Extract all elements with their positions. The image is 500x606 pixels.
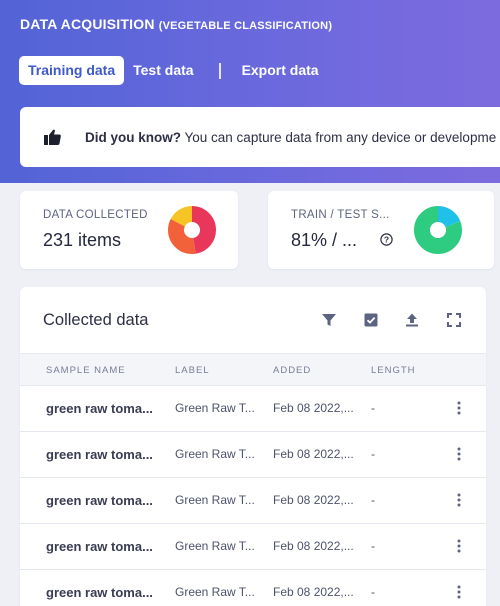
tab-divider: [218, 62, 221, 79]
tip-heading: Did you know?: [85, 129, 181, 145]
tab-export-data[interactable]: Export data: [233, 56, 328, 85]
table-row[interactable]: green raw toma... Green Raw T... Feb 08 …: [20, 432, 486, 478]
added-cell: Feb 08 2022,...: [273, 585, 354, 599]
data-collected-label: DATA COLLECTED: [43, 209, 148, 221]
added-cell: Feb 08 2022,...: [273, 447, 354, 461]
tip-banner: Did you know? You can capture data from …: [20, 107, 500, 167]
column-header-sample-name[interactable]: SAMPLE NAME: [46, 365, 126, 376]
label-cell: Green Raw T...: [175, 585, 255, 599]
length-cell: -: [371, 539, 375, 553]
question-circle-icon[interactable]: ?: [380, 233, 393, 246]
tip-body: You can capture data from any device or …: [181, 129, 497, 145]
train-test-split-donut: [414, 206, 462, 254]
more-options-icon[interactable]: [456, 447, 462, 461]
checkbox-icon[interactable]: [363, 312, 379, 328]
added-cell: Feb 08 2022,...: [273, 401, 354, 415]
more-options-icon[interactable]: [456, 539, 462, 553]
sample-name-cell: green raw toma...: [46, 493, 153, 508]
added-cell: Feb 08 2022,...: [273, 539, 354, 553]
length-cell: -: [371, 447, 375, 461]
tip-text: Did you know? You can capture data from …: [85, 130, 496, 145]
train-test-split-label: TRAIN / TEST S...: [291, 209, 390, 221]
page-title: DATA ACQUISITION (VEGETABLE CLASSIFICATI…: [20, 16, 332, 32]
train-test-split-value: 81% / ...: [291, 230, 358, 250]
collected-data-panel: Collected data SAMPLE NAME LABEL ADDED L…: [20, 287, 486, 606]
column-header-label[interactable]: LABEL: [175, 365, 210, 376]
filter-icon[interactable]: [321, 312, 337, 328]
more-options-icon[interactable]: [456, 401, 462, 415]
upload-icon[interactable]: [404, 312, 420, 328]
length-cell: -: [371, 401, 375, 415]
sample-name-cell: green raw toma...: [46, 585, 153, 600]
table-row[interactable]: green raw toma... Green Raw T... Feb 08 …: [20, 570, 486, 606]
data-collected-value: 231 items: [43, 230, 122, 250]
header-banner: DATA ACQUISITION (VEGETABLE CLASSIFICATI…: [0, 0, 500, 183]
page-title-text: DATA ACQUISITION: [20, 16, 155, 32]
label-cell: Green Raw T...: [175, 401, 255, 415]
train-test-split-card: TRAIN / TEST S... 81% / ... ?: [268, 191, 494, 269]
sample-name-cell: green raw toma...: [46, 401, 153, 416]
table-header: SAMPLE NAME LABEL ADDED LENGTH: [20, 353, 486, 386]
label-cell: Green Raw T...: [175, 447, 255, 461]
added-cell: Feb 08 2022,...: [273, 493, 354, 507]
length-cell: -: [371, 585, 375, 599]
table-body: green raw toma... Green Raw T... Feb 08 …: [20, 386, 486, 606]
data-collected-card: DATA COLLECTED 231 items: [20, 191, 238, 269]
column-header-added[interactable]: ADDED: [273, 365, 311, 376]
svg-text:?: ?: [384, 235, 389, 245]
table-row[interactable]: green raw toma... Green Raw T... Feb 08 …: [20, 478, 486, 524]
page-subtitle: (VEGETABLE CLASSIFICATION): [158, 20, 333, 32]
label-cell: Green Raw T...: [175, 493, 255, 507]
tab-training-data[interactable]: Training data: [19, 56, 125, 85]
tab-test-data[interactable]: Test data: [124, 56, 202, 85]
label-cell: Green Raw T...: [175, 539, 255, 553]
sample-name-cell: green raw toma...: [46, 447, 153, 462]
more-options-icon[interactable]: [456, 493, 462, 507]
table-row[interactable]: green raw toma... Green Raw T... Feb 08 …: [20, 386, 486, 432]
data-collected-donut: [168, 206, 216, 254]
collected-data-title: Collected data: [43, 311, 149, 329]
tab-bar: Training data Test data Export data: [19, 56, 328, 85]
more-options-icon[interactable]: [456, 585, 462, 599]
column-header-length[interactable]: LENGTH: [371, 365, 416, 376]
table-row[interactable]: green raw toma... Green Raw T... Feb 08 …: [20, 524, 486, 570]
expand-icon[interactable]: [446, 312, 462, 328]
length-cell: -: [371, 493, 375, 507]
sample-name-cell: green raw toma...: [46, 539, 153, 554]
thumbs-up-icon: [44, 128, 62, 146]
